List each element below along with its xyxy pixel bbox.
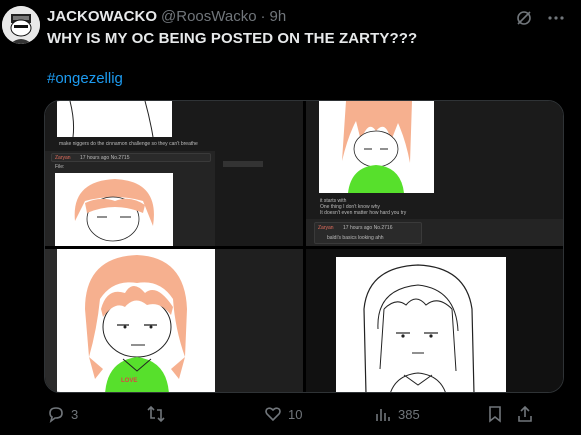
cell1-post-header: Zaryan 17 hours ago No.2715 (51, 153, 211, 162)
separator-dot: · (260, 8, 266, 25)
bookmark-icon (489, 406, 501, 423)
hashtag-link[interactable]: #ongezellig (47, 70, 123, 87)
views-icon (376, 409, 390, 421)
share-button[interactable] (516, 405, 534, 423)
display-name[interactable]: JACKOWACKO (47, 8, 157, 25)
tweet-text: WHY IS MY OC BEING POSTED ON THE ZARTY??… (47, 30, 418, 47)
like-button[interactable]: 10 (264, 405, 374, 423)
post-time[interactable]: 9h (270, 8, 287, 25)
bookmark-button[interactable] (486, 405, 516, 423)
media-image-1[interactable]: make niggers do the cinnamon challenge s… (45, 101, 303, 246)
action-bar: 3 10 385 (47, 405, 569, 423)
user-handle[interactable]: @RoosWacko (161, 8, 257, 25)
cell2-post-meta: 17 hours ago No.2716 (343, 225, 393, 231)
like-count: 10 (288, 406, 303, 422)
repost-button[interactable] (147, 405, 264, 423)
media-image-3[interactable]: LOVE (45, 249, 303, 392)
media-grid[interactable]: make niggers do the cinnamon challenge s… (44, 100, 564, 393)
media-image-2[interactable]: it starts with One thing I don't know wh… (306, 101, 563, 246)
cell2-post-name: Zaryan (318, 225, 334, 231)
view-count: 385 (398, 406, 420, 422)
more-options-icon[interactable] (547, 9, 565, 32)
cell2-line3: It doesn't even matter how hard you try (320, 210, 407, 216)
reply-icon (49, 407, 63, 423)
header-icons (515, 9, 565, 32)
cell2-post-header: Zaryan 17 hours ago No.2716 baldi's basi… (314, 222, 422, 244)
tweet-header: JACKOWACKO @RoosWacko · 9h (47, 8, 286, 25)
media-image-4[interactable] (306, 249, 563, 392)
cell1-file-line: File: (55, 164, 65, 170)
avatar[interactable] (2, 6, 40, 44)
cell1-caption: make niggers do the cinnamon challenge s… (59, 141, 198, 147)
cell1-post-meta: 17 hours ago No.2715 (80, 155, 130, 161)
cell2-reply: baldi's basics looking ahh (327, 235, 384, 241)
views-button[interactable]: 385 (374, 405, 486, 423)
reply-count: 3 (71, 406, 79, 422)
shirt-text: LOVE (121, 378, 138, 384)
cell1-post-name: Zaryan (55, 155, 71, 161)
repost-icon (147, 405, 165, 423)
reply-button[interactable]: 3 (47, 405, 147, 423)
heart-icon (265, 407, 281, 422)
share-icon (518, 405, 532, 422)
grok-icon[interactable] (515, 9, 533, 32)
